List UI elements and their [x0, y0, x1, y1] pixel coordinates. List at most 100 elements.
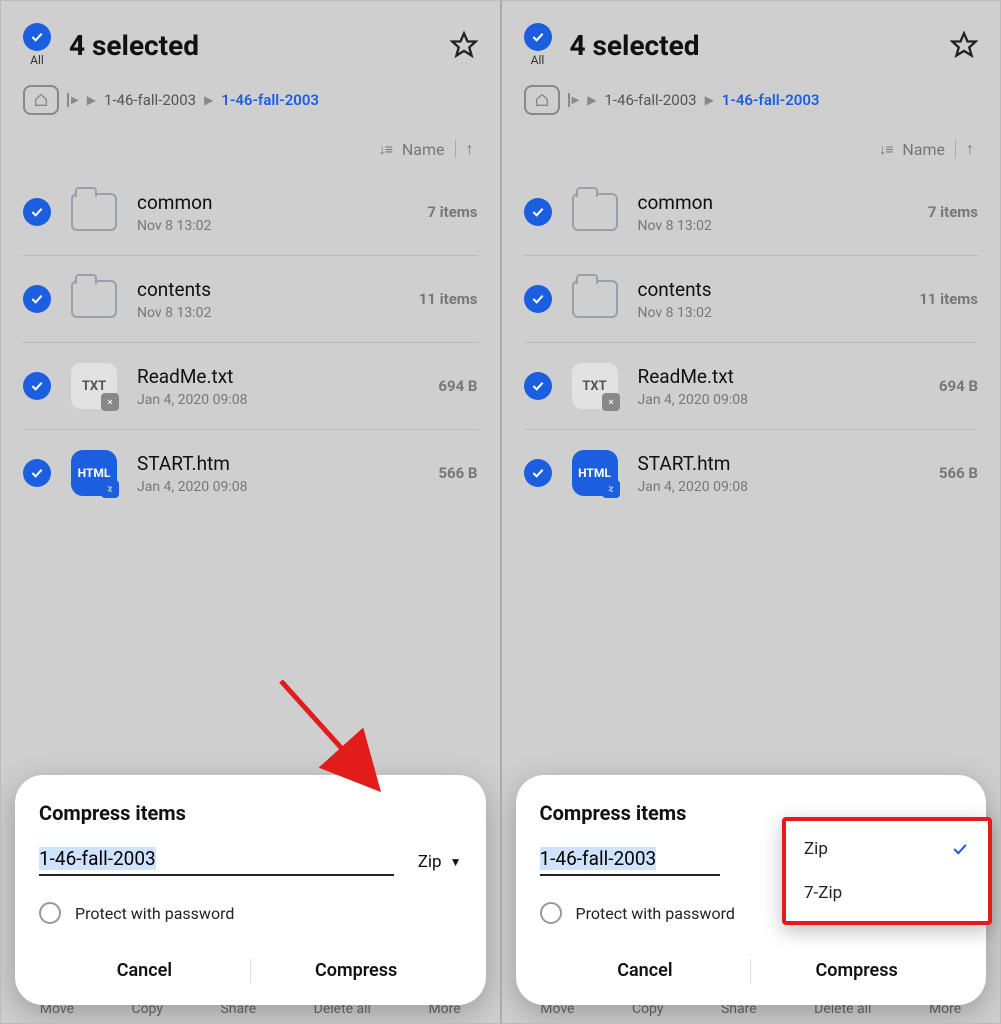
file-name: ReadMe.txt — [137, 365, 420, 388]
format-dropdown-menu: Zip 7-Zip — [782, 817, 992, 925]
arrow-up-icon[interactable]: ↑ — [966, 139, 974, 159]
format-value: Zip — [418, 852, 442, 872]
screenshot-left: All 4 selected ▶ ▶ 1-46-fall-2003 ▶ 1-46… — [1, 1, 500, 1023]
list-item[interactable]: TXT ReadMe.txt Jan 4, 2020 09:08 694 B — [23, 343, 478, 430]
home-icon[interactable] — [524, 85, 560, 115]
home-icon[interactable] — [23, 85, 59, 115]
archive-name-value: 1-46-fall-2003 — [39, 847, 156, 870]
file-meta: 694 B — [438, 377, 477, 395]
file-date: Jan 4, 2020 09:08 — [638, 392, 921, 408]
radio-icon — [39, 902, 61, 924]
archive-name-input[interactable]: 1-46-fall-2003 — [39, 847, 394, 876]
breadcrumb-start-icon[interactable]: ▶ — [67, 93, 79, 107]
archive-name-input[interactable]: 1-46-fall-2003 — [540, 847, 720, 876]
format-dropdown[interactable]: Zip ▼ — [418, 852, 462, 876]
html-file-icon: HTML — [570, 448, 620, 498]
folder-icon — [69, 187, 119, 237]
file-list: common Nov 8 13:02 7 items contents Nov … — [1, 169, 500, 516]
folder-icon — [570, 187, 620, 237]
file-date: Jan 4, 2020 09:08 — [137, 392, 420, 408]
sheet-title: Compress items — [39, 801, 462, 825]
file-name: contents — [638, 278, 902, 301]
check-icon — [950, 839, 970, 859]
sort-controls[interactable]: ↓≡ Name ↑ — [502, 121, 1001, 169]
password-label: Protect with password — [576, 904, 735, 923]
cancel-button[interactable]: Cancel — [39, 948, 250, 993]
file-date: Nov 8 13:02 — [638, 305, 902, 321]
file-date: Nov 8 13:02 — [137, 305, 401, 321]
star-icon[interactable] — [450, 31, 478, 59]
check-icon[interactable] — [23, 372, 51, 400]
file-meta: 566 B — [939, 464, 978, 482]
list-item[interactable]: TXT ReadMe.txt Jan 4, 2020 09:08 694 B — [524, 343, 979, 430]
check-icon[interactable] — [524, 198, 552, 226]
breadcrumb-current[interactable]: 1-46-fall-2003 — [722, 91, 820, 109]
check-icon[interactable] — [524, 285, 552, 313]
sort-label: Name — [402, 140, 445, 159]
file-name: START.htm — [137, 452, 420, 475]
breadcrumb-start-icon[interactable]: ▶ — [568, 93, 580, 107]
divider — [455, 140, 456, 158]
check-icon[interactable] — [23, 285, 51, 313]
check-icon[interactable] — [23, 459, 51, 487]
caret-down-icon: ▼ — [450, 855, 462, 869]
format-option-zip[interactable]: Zip — [786, 827, 988, 871]
sort-icon: ↓≡ — [879, 141, 892, 158]
chevron-right-icon: ▶ — [587, 93, 596, 107]
shortcut-badge-icon — [101, 393, 119, 411]
file-date: Jan 4, 2020 09:08 — [137, 479, 420, 495]
list-item[interactable]: common Nov 8 13:02 7 items — [524, 169, 979, 256]
list-item[interactable]: contents Nov 8 13:02 11 items — [23, 256, 478, 343]
folder-icon — [69, 274, 119, 324]
option-label: 7-Zip — [804, 883, 842, 903]
compress-button[interactable]: Compress — [751, 948, 962, 993]
file-date: Jan 4, 2020 09:08 — [638, 479, 921, 495]
file-list: common Nov 8 13:02 7 items contents Nov … — [502, 169, 1001, 516]
arrow-up-icon[interactable]: ↑ — [466, 139, 474, 159]
compress-sheet: Compress items 1-46-fall-2003 Protect wi… — [516, 775, 987, 1005]
file-name: common — [137, 191, 409, 214]
file-name: contents — [137, 278, 401, 301]
file-name: common — [638, 191, 910, 214]
txt-file-icon: TXT — [69, 361, 119, 411]
password-toggle[interactable]: Protect with password — [39, 902, 462, 924]
list-item[interactable]: common Nov 8 13:02 7 items — [23, 169, 478, 256]
compress-button[interactable]: Compress — [251, 948, 462, 993]
file-date: Nov 8 13:02 — [137, 218, 409, 234]
check-icon[interactable] — [524, 459, 552, 487]
sheet-actions: Cancel Compress — [39, 938, 462, 993]
compress-sheet: Compress items 1-46-fall-2003 Zip ▼ Prot… — [15, 775, 486, 1005]
breadcrumb: ▶ ▶ 1-46-fall-2003 ▶ 1-46-fall-2003 — [1, 67, 500, 121]
breadcrumb-item[interactable]: 1-46-fall-2003 — [104, 91, 196, 109]
check-icon[interactable] — [524, 372, 552, 400]
file-date: Nov 8 13:02 — [638, 218, 910, 234]
html-file-icon: HTML — [69, 448, 119, 498]
shortcut-badge-icon — [602, 480, 620, 498]
select-all-toggle[interactable]: All — [23, 23, 51, 67]
header: All 4 selected — [1, 1, 500, 67]
file-meta: 7 items — [928, 203, 978, 221]
cancel-button[interactable]: Cancel — [540, 948, 751, 993]
password-label: Protect with password — [75, 904, 234, 923]
file-meta: 7 items — [427, 203, 477, 221]
breadcrumb-current[interactable]: 1-46-fall-2003 — [221, 91, 319, 109]
check-icon[interactable] — [23, 198, 51, 226]
format-option-7zip[interactable]: 7-Zip — [786, 871, 988, 915]
select-all-label: All — [531, 53, 545, 67]
divider — [955, 140, 956, 158]
list-item[interactable]: contents Nov 8 13:02 11 items — [524, 256, 979, 343]
check-icon — [524, 23, 552, 51]
check-icon — [23, 23, 51, 51]
sort-controls[interactable]: ↓≡ Name ↑ — [1, 121, 500, 169]
sort-icon: ↓≡ — [379, 141, 392, 158]
breadcrumb-item[interactable]: 1-46-fall-2003 — [604, 91, 696, 109]
list-item[interactable]: HTML START.htm Jan 4, 2020 09:08 566 B — [524, 430, 979, 516]
radio-icon — [540, 902, 562, 924]
option-label: Zip — [804, 839, 828, 859]
list-item[interactable]: HTML START.htm Jan 4, 2020 09:08 566 B — [23, 430, 478, 516]
sheet-actions: Cancel Compress — [540, 938, 963, 993]
file-name: START.htm — [638, 452, 921, 475]
file-meta: 11 items — [419, 290, 478, 308]
star-icon[interactable] — [950, 31, 978, 59]
select-all-toggle[interactable]: All — [524, 23, 552, 67]
